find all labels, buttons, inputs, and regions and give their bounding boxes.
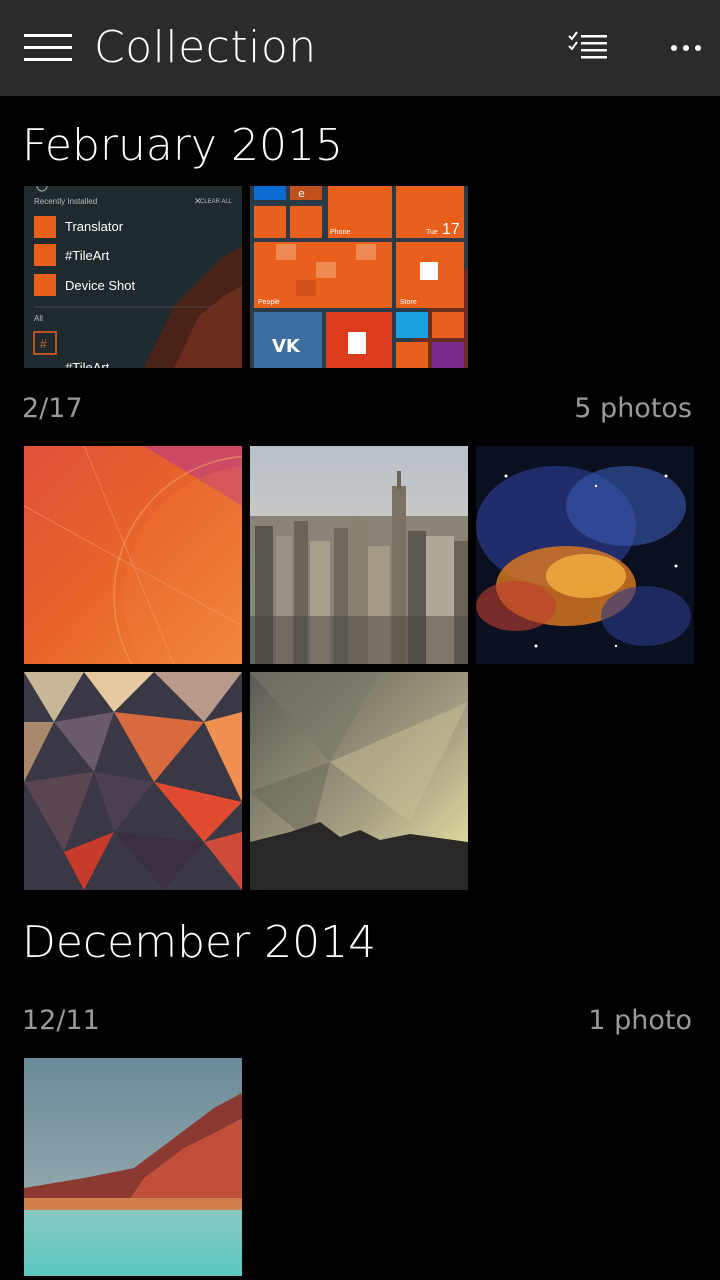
hamburger-icon[interactable] <box>24 34 72 62</box>
photo-thumbnail[interactable] <box>250 446 468 664</box>
app-name: Device Shot <box>65 278 135 293</box>
app-name: Translator <box>65 219 124 234</box>
tile-label: Store <box>400 299 417 306</box>
tile-label: People <box>258 299 280 306</box>
photo-thumbnail[interactable] <box>24 1058 242 1276</box>
photo-thumbnail[interactable]: Recently Installed CLEAR ALL ✕ Translato… <box>24 186 242 368</box>
clear-all-label: CLEAR ALL <box>200 199 233 205</box>
month-heading: December 2014 <box>22 917 377 968</box>
photo-thumbnail[interactable] <box>24 446 242 664</box>
photo-count: 5 photos <box>574 393 692 424</box>
date-label: 12/11 <box>22 1005 100 1036</box>
ellipsis-icon[interactable] <box>664 38 708 58</box>
photo-thumbnail[interactable] <box>476 446 694 664</box>
app-name: #TileArt <box>65 360 110 368</box>
page-title: Collection <box>94 22 317 73</box>
photo-thumbnail[interactable]: e Phone Tue 17 People Store VK <box>250 186 468 368</box>
tile-label: Phone <box>330 229 350 236</box>
app-header: Collection <box>0 0 720 96</box>
app-name: #TileArt <box>65 248 110 263</box>
checklist-icon[interactable] <box>566 30 610 66</box>
tile-label: 17 <box>442 221 460 238</box>
svg-text:e: e <box>298 187 305 200</box>
svg-text:VK: VK <box>272 336 301 357</box>
month-heading: February 2015 <box>22 120 343 171</box>
photo-thumbnail[interactable] <box>24 672 242 890</box>
svg-text:✕: ✕ <box>194 197 202 207</box>
tile-label: Tue <box>426 229 438 236</box>
all-label: All <box>34 314 43 323</box>
recently-installed-label: Recently Installed <box>34 197 97 206</box>
photo-count: 1 photo <box>588 1005 692 1036</box>
photo-thumbnail[interactable] <box>250 672 468 890</box>
hash-tile-label: # <box>40 337 47 351</box>
date-label: 2/17 <box>22 393 83 424</box>
